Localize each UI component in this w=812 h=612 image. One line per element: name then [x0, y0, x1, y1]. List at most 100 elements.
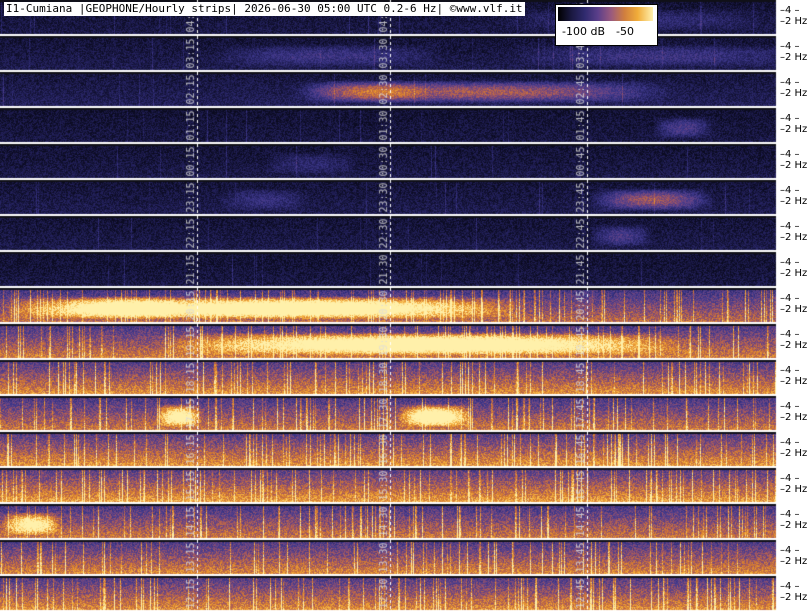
time-marker-label: 01:30: [376, 118, 406, 129]
axis-label-2hz: –2 Hz: [780, 556, 808, 567]
hz-axis: –4 – –2 Hz: [776, 330, 812, 354]
axis-label-4: –4 –: [780, 329, 800, 340]
time-marker-label: 03:30: [376, 46, 406, 57]
hourly-strip: 03:15 03:30 03:45: [0, 36, 776, 72]
axis-label-4: –4 –: [780, 257, 800, 268]
time-marker-label: 02:30: [376, 82, 406, 93]
hz-axis: –4 – –2 Hz: [776, 582, 812, 606]
time-marker-label: 16:30: [376, 442, 406, 453]
time-marker-label: 22:30: [376, 226, 406, 237]
hz-axis: –4 – –2 Hz: [776, 294, 812, 318]
time-marker-label: 02:45: [573, 82, 603, 93]
axis-label-4: –4 –: [780, 437, 800, 448]
axis-label-4: –4 –: [780, 509, 800, 520]
hourly-strip: 17:15 17:30 17:45: [0, 396, 776, 432]
hz-axis: –4 – –2 Hz: [776, 546, 812, 570]
axis-label-4: –4 –: [780, 545, 800, 556]
time-marker-label: 00:45: [573, 154, 603, 165]
hourly-strip: 19:15 19:30 19:45: [0, 324, 776, 360]
axis-label-2hz: –2 Hz: [780, 16, 808, 27]
time-marker-label: 14:30: [376, 514, 406, 525]
hz-axis: –4 – –2 Hz: [776, 258, 812, 282]
time-marker-label: 20:15: [183, 298, 213, 309]
scale-high-label: -50: [616, 25, 634, 38]
axis-label-2hz: –2 Hz: [780, 232, 808, 243]
time-marker-label: 01:15: [183, 118, 213, 129]
hourly-strip: 14:15 14:30 14:45: [0, 504, 776, 540]
hourly-strip: 23:15 23:30 23:45: [0, 180, 776, 216]
time-marker-label: 12:45: [573, 586, 603, 597]
axis-label-4: –4 –: [780, 113, 800, 124]
time-marker-label: 18:30: [376, 370, 406, 381]
time-marker-label: 19:45: [573, 334, 603, 345]
hz-axis: –4 – –2 Hz: [776, 366, 812, 390]
time-marker-label: 16:15: [183, 442, 213, 453]
hz-axis: –4 – –2 Hz: [776, 186, 812, 210]
axis-label-2hz: –2 Hz: [780, 304, 808, 315]
axis-label-2hz: –2 Hz: [780, 376, 808, 387]
time-marker-label: 19:30: [376, 334, 406, 345]
time-marker-label: 23:30: [376, 190, 406, 201]
hourly-strip: 20:15 20:30 20:45: [0, 288, 776, 324]
time-marker-label: 01:45: [573, 118, 603, 129]
hourly-strip: 21:15 21:30 21:45: [0, 252, 776, 288]
time-marker-label: 14:15: [183, 514, 213, 525]
hz-axis: –4 – –2 Hz: [776, 114, 812, 138]
hourly-strip: 13:15 13:30 13:45: [0, 540, 776, 576]
time-marker-label: 15:45: [573, 478, 603, 489]
hz-axis: –4 – –2 Hz: [776, 402, 812, 426]
hourly-strip: 01:15 01:30 01:45: [0, 108, 776, 144]
time-marker-label: 17:30: [376, 406, 406, 417]
time-marker-label: 21:45: [573, 262, 603, 273]
time-marker-label: 00:15: [183, 154, 213, 165]
time-marker-label: 20:45: [573, 298, 603, 309]
scale-low-label: -100 dB: [562, 25, 605, 38]
axis-label-4: –4 –: [780, 149, 800, 160]
axis-label-2hz: –2 Hz: [780, 268, 808, 279]
time-marker-label: 14:45: [573, 514, 603, 525]
plot-title: I1-Cumiana |GEOPHONE/Hourly strips| 2026…: [4, 2, 525, 16]
axis-label-4: –4 –: [780, 77, 800, 88]
axis-label-4: –4 –: [780, 221, 800, 232]
time-marker-label: 20:30: [376, 298, 406, 309]
axis-label-2hz: –2 Hz: [780, 484, 808, 495]
color-scale-legend: -100 dB -50: [555, 4, 658, 46]
hourly-strip: 02:15 02:30 02:45: [0, 72, 776, 108]
axis-label-2hz: –2 Hz: [780, 88, 808, 99]
time-marker-label: 23:45: [573, 190, 603, 201]
axis-label-2hz: –2 Hz: [780, 412, 808, 423]
time-marker-label: 22:15: [183, 226, 213, 237]
time-marker-label: 16:45: [573, 442, 603, 453]
hourly-strip: 18:15 18:30 18:45: [0, 360, 776, 396]
time-marker-label: 21:15: [183, 262, 213, 273]
axis-label-4: –4 –: [780, 5, 800, 16]
time-marker-label: 15:30: [376, 478, 406, 489]
time-marker-label: 18:45: [573, 370, 603, 381]
axis-label-4: –4 –: [780, 293, 800, 304]
time-marker-label: 15:15: [183, 478, 213, 489]
axis-label-4: –4 –: [780, 473, 800, 484]
axis-label-4: –4 –: [780, 365, 800, 376]
axis-label-2hz: –2 Hz: [780, 160, 808, 171]
hz-axis: –4 – –2 Hz: [776, 438, 812, 462]
time-marker-label: 02:15: [183, 82, 213, 93]
hz-axis: –4 – –2 Hz: [776, 6, 812, 30]
time-marker-label: 12:30: [376, 586, 406, 597]
hz-axis: –4 – –2 Hz: [776, 150, 812, 174]
hourly-strip: 22:15 22:30 22:45: [0, 216, 776, 252]
axis-label-2hz: –2 Hz: [780, 196, 808, 207]
hz-axis: –4 – –2 Hz: [776, 42, 812, 66]
time-marker-label: 18:15: [183, 370, 213, 381]
axis-label-4: –4 –: [780, 185, 800, 196]
time-marker-label: 03:15: [183, 46, 213, 57]
axis-label-2hz: –2 Hz: [780, 592, 808, 603]
time-marker-label: 21:30: [376, 262, 406, 273]
time-marker-label: 17:45: [573, 406, 603, 417]
time-marker-label: 12:15: [183, 586, 213, 597]
hz-axis: –4 – –2 Hz: [776, 222, 812, 246]
axis-label-2hz: –2 Hz: [780, 52, 808, 63]
hz-axis: –4 – –2 Hz: [776, 474, 812, 498]
time-marker-label: 13:45: [573, 550, 603, 561]
hz-axis: –4 – –2 Hz: [776, 78, 812, 102]
time-marker-label: 03:45: [573, 46, 603, 57]
